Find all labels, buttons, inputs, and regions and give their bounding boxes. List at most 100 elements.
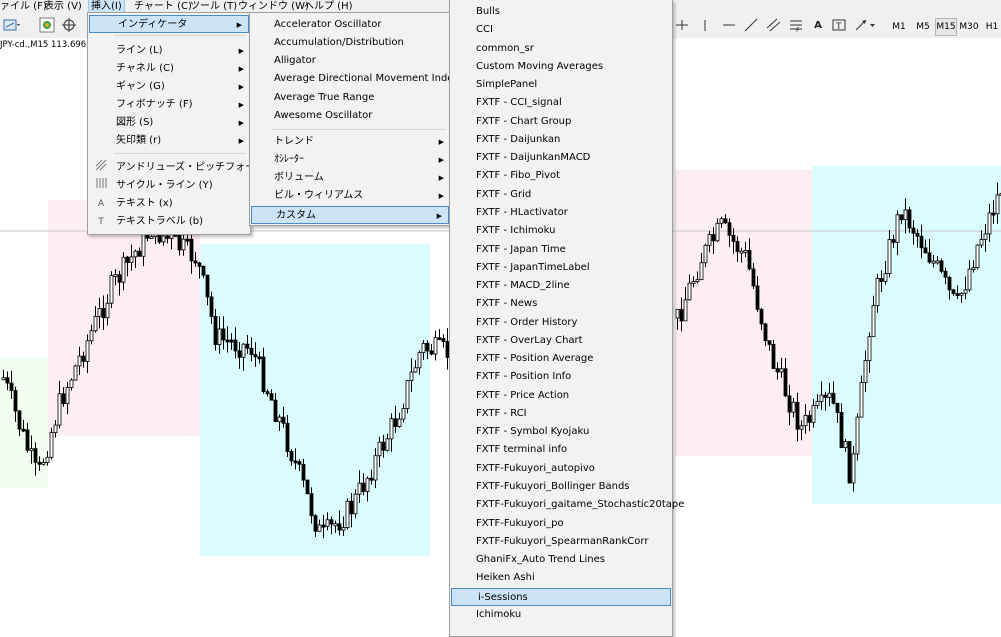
indicator-menu-item[interactable]: Accelerator Oscillator [250, 16, 450, 34]
candle-body [819, 394, 824, 402]
custom-indicator-item[interactable]: FXTF - Chart Group [450, 113, 672, 131]
menu-item-label: FXTF-Fukuyori_gaitame_Stochastic20tape [476, 499, 685, 511]
indicator-menu-item[interactable]: Awesome Oscillator [250, 107, 450, 125]
custom-indicator-item[interactable]: FXTF-Fukuyori_Bollinger Bands [450, 478, 672, 496]
custom-indicator-item[interactable]: FXTF - JapanTimeLabel [450, 259, 672, 277]
pitchfork-icon [94, 159, 108, 178]
candle-body [201, 265, 206, 276]
indicator-menu-item[interactable]: トレンド ▶ [250, 133, 450, 151]
custom-indicator-item[interactable]: FXTF - Symbol Kyojaku [450, 423, 672, 441]
custom-indicator-item[interactable]: FXTF terminal info [450, 441, 672, 459]
menu-file[interactable]: ァイル (F) [0, 0, 47, 14]
fibonacci-icon[interactable]: F [787, 17, 805, 35]
custom-indicator-item[interactable]: FXTF - Position Average [450, 350, 672, 368]
insert-menu-item[interactable]: 図形 (S) ▶ [88, 114, 250, 132]
menu-view[interactable]: 表示 (V) [44, 0, 82, 14]
custom-indicator-item[interactable]: common_sr [450, 40, 672, 58]
custom-indicator-item[interactable]: FXTF - HLactivator [450, 204, 672, 222]
candle-body [49, 432, 54, 458]
candle-body [799, 425, 804, 430]
custom-indicator-item[interactable]: Ichimoku [450, 606, 672, 624]
candle-body [931, 260, 936, 264]
indicator-menu-item[interactable]: カスタム ▶ [251, 206, 449, 224]
insert-menu-item[interactable]: ギャン (G) ▶ [88, 78, 250, 96]
indicator-menu-item[interactable]: Alligator [250, 52, 450, 70]
trendline-icon[interactable] [742, 17, 760, 35]
candle-body [851, 453, 856, 484]
channel-icon[interactable] [764, 17, 782, 35]
custom-indicator-item[interactable]: Heiken Ashi [450, 569, 672, 587]
insert-menu-item[interactable]: 矢印類 (r) ▶ [88, 132, 250, 150]
menu-item-label: common_sr [476, 42, 534, 54]
arrows-dropdown-icon[interactable] [852, 17, 878, 35]
timeframe-m5-button[interactable]: M5 [912, 18, 934, 36]
indicator-menu-item[interactable]: ビル・ウィリアムス ▶ [250, 187, 450, 205]
timeframe-m1-button[interactable]: M1 [888, 18, 910, 36]
custom-indicator-item[interactable]: FXTF - Japan Time [450, 241, 672, 259]
timeframe-m15-button[interactable]: M15 [935, 18, 957, 36]
custom-indicator-item[interactable]: FXTF - Position Info [450, 368, 672, 386]
candle-body [923, 247, 928, 254]
crosshair-icon[interactable] [60, 17, 78, 35]
custom-indicator-item[interactable]: i-Sessions [451, 587, 671, 606]
candle-body [17, 410, 22, 430]
insert-menu-item[interactable]: サイクル・ライン (Y) [88, 177, 250, 195]
timeframe-h1-button[interactable]: H1 [983, 18, 1001, 36]
custom-indicator-item[interactable]: FXTF-Fukuyori_SpearmanRankCorr [450, 533, 672, 551]
horizontal-line-icon[interactable] [720, 17, 738, 35]
candle-body [229, 339, 234, 343]
custom-indicator-item[interactable]: Bulls [450, 3, 672, 21]
indicator-menu-item[interactable]: Accumulation/Distribution [250, 34, 450, 52]
custom-indicator-item[interactable]: FXTF - News [450, 295, 672, 313]
menu-item-label: FXTF - Daijunkan [476, 133, 561, 145]
vertical-line-icon[interactable] [700, 17, 710, 35]
submenu-arrow-icon: ▶ [438, 174, 444, 182]
custom-indicator-item[interactable]: FXTF-Fukuyori_autopivo [450, 460, 672, 478]
candle-body [65, 387, 70, 404]
custom-indicator-item[interactable]: FXTF - RCI [450, 405, 672, 423]
custom-indicator-item[interactable]: FXTF - Order History [450, 314, 672, 332]
indicator-menu-item[interactable]: Average Directional Movement Index [250, 70, 459, 88]
insert-menu-item[interactable]: インディケータ ▶ [89, 15, 249, 33]
candle-body [317, 524, 322, 532]
text-label-tool-icon[interactable]: T [830, 17, 848, 35]
insert-menu-item[interactable]: A テキスト (x) [88, 195, 250, 213]
indicator-menu-item[interactable]: Average True Range [250, 89, 450, 107]
custom-indicator-item[interactable]: FXTF - OverLay Chart [450, 332, 672, 350]
navigator-icon[interactable] [38, 17, 56, 35]
custom-indicator-item[interactable]: FXTF-Fukuyori_gaitame_Stochastic20tape [450, 496, 684, 514]
candle-body [377, 441, 382, 457]
indicator-menu-item[interactable]: ｵｼﾚｰﾀｰ ▶ [250, 151, 450, 169]
custom-indicator-item[interactable]: FXTF - Price Action [450, 387, 672, 405]
new-chart-icon[interactable] [2, 17, 22, 35]
custom-indicator-item[interactable]: FXTF - Daijunkan [450, 131, 672, 149]
insert-menu-item[interactable]: フィボナッチ (F) ▶ [88, 96, 250, 114]
insert-menu-item[interactable]: チャネル (C) ▶ [88, 60, 250, 78]
candle-body [975, 244, 980, 269]
insert-menu-item[interactable]: アンドリューズ・ピッチフォーク (A) [88, 159, 283, 178]
candle-body [831, 392, 836, 404]
text-tool-icon[interactable]: A [811, 17, 825, 35]
menu-item-label: ボリューム [274, 172, 324, 183]
candle-body [731, 234, 736, 242]
candle-body [341, 527, 346, 531]
custom-indicator-item[interactable]: FXTF - Fibo_Pivot [450, 167, 672, 185]
indicator-menu-item[interactable]: ボリューム ▶ [250, 169, 450, 187]
custom-indicator-item[interactable]: GhaniFx_Auto Trend Lines [450, 551, 672, 569]
timeframe-m30-button[interactable]: M30 [958, 18, 980, 36]
insert-menu-item[interactable]: ライン (L) ▶ [88, 42, 250, 60]
custom-indicator-item[interactable]: FXTF - Ichimoku [450, 222, 672, 240]
candle-body [97, 308, 102, 317]
custom-indicator-item[interactable]: FXTF - Grid [450, 186, 672, 204]
custom-indicator-item[interactable]: FXTF - DaijunkanMACD [450, 149, 672, 167]
custom-indicator-item[interactable]: FXTF - MACD_2line [450, 277, 672, 295]
menu-item-label: Alligator [274, 55, 316, 66]
insert-menu-item[interactable]: T テキストラベル (b) [88, 213, 250, 231]
custom-indicator-item[interactable]: CCI [450, 21, 672, 39]
candle-body [759, 308, 764, 325]
custom-indicator-item[interactable]: Custom Moving Averages [450, 58, 672, 76]
custom-indicator-item[interactable]: FXTF - CCI_signal [450, 94, 672, 112]
crosshair-tool-icon[interactable] [675, 17, 689, 35]
custom-indicator-item[interactable]: SimplePanel [450, 76, 672, 94]
custom-indicator-item[interactable]: FXTF-Fukuyori_po [450, 515, 672, 533]
